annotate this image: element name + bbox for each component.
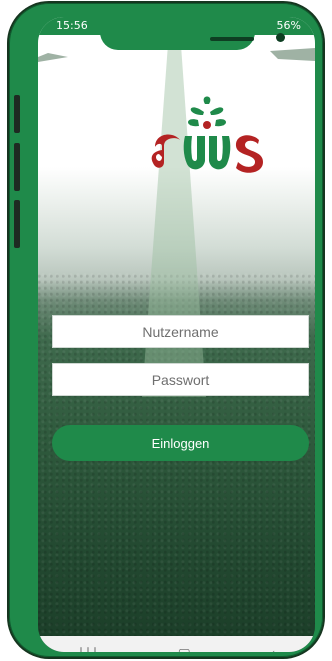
speaker-icon (210, 37, 254, 41)
side-button (14, 200, 20, 248)
side-button (14, 143, 20, 191)
password-input[interactable]: Passwort (52, 363, 309, 396)
home-icon[interactable]: ▢ (178, 646, 191, 652)
username-input[interactable]: Nutzername (52, 315, 309, 348)
back-icon[interactable]: ‹ (270, 646, 276, 652)
side-button (14, 95, 20, 133)
status-time: 15:56 (56, 19, 88, 32)
camera-notch (100, 17, 285, 50)
username-placeholder: Nutzername (142, 323, 219, 340)
password-placeholder: Passwort (151, 371, 210, 388)
app-screen: 15:56 56% Nutzername Passwort Einloggen (38, 17, 315, 652)
navigation-bar: ∣∣∣ ▢ ‹ (38, 636, 315, 652)
login-button-label: Einloggen (151, 435, 210, 451)
camera-icon (276, 33, 285, 42)
login-button[interactable]: Einloggen (52, 425, 309, 461)
app-logo (151, 96, 263, 173)
recent-apps-icon[interactable]: ∣∣∣ (78, 646, 99, 652)
battery-indicator: 56% (276, 19, 301, 32)
phone-frame: 15:56 56% Nutzername Passwort Einloggen (9, 3, 323, 657)
